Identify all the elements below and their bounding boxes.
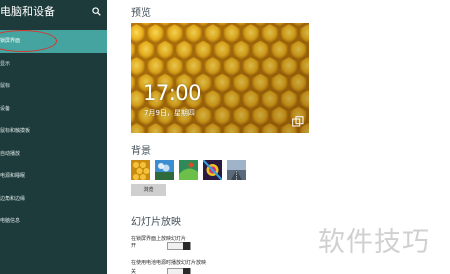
sidebar-item-power-sleep[interactable]: 电源和睡眠 <box>0 165 107 188</box>
camera-icon <box>292 116 304 127</box>
sidebar-item-autoplay[interactable]: 自动播放 <box>0 143 107 166</box>
lock-screen-time: 17:00 <box>143 81 202 105</box>
battery-slideshow-setting-label: 在使用电池电源时播放幻灯片放映 <box>131 260 207 266</box>
sidebar-item-mouse[interactable]: 鼠标 <box>0 75 107 98</box>
sidebar-item-mouse-touchpad[interactable]: 鼠标和触摸板 <box>0 120 107 143</box>
sidebar-item-lock-screen[interactable]: 锁屏界面 <box>0 30 107 53</box>
pc-settings-window: 电脑和设备 锁屏界面 显示 鼠标 设备 鼠标和触摸板 自动播放 电源和睡眠 边角… <box>0 0 450 274</box>
sidebar: 电脑和设备 锁屏界面 显示 鼠标 设备 鼠标和触摸板 自动播放 电源和睡眠 边角… <box>0 0 107 274</box>
sidebar-item-pc-info[interactable]: 电脑信息 <box>0 210 107 233</box>
sidebar-title: 电脑和设备 <box>0 5 55 18</box>
thumb-road[interactable] <box>227 160 246 180</box>
sidebar-item-corners-edges[interactable]: 边角和边缘 <box>0 188 107 211</box>
battery-slideshow-toggle[interactable] <box>167 268 191 274</box>
lock-screen-date: 7月9日，星期四 <box>144 109 195 117</box>
sidebar-nav: 锁屏界面 显示 鼠标 设备 鼠标和触摸板 自动播放 电源和睡眠 边角和边缘 电脑… <box>0 30 107 233</box>
background-heading: 背景 <box>131 146 151 157</box>
search-icon[interactable] <box>92 7 101 16</box>
slideshow-toggle-state: 开 <box>131 243 137 249</box>
toggle-knob <box>183 268 190 274</box>
thumb-green[interactable] <box>179 160 198 180</box>
thumb-colorful[interactable] <box>203 160 222 180</box>
slideshow-toggle[interactable] <box>167 242 191 250</box>
preview-heading: 预览 <box>131 8 151 19</box>
toggle-knob <box>183 242 190 250</box>
slideshow-setting-label: 在锁屏界面上放映幻灯片 <box>131 236 187 242</box>
slideshow-heading: 幻灯片放映 <box>131 217 181 228</box>
watermark: 软件技巧 <box>318 227 430 258</box>
thumb-honeycomb[interactable] <box>131 160 150 180</box>
sidebar-item-devices[interactable]: 设备 <box>0 98 107 121</box>
browse-button[interactable]: 浏览 <box>131 184 166 196</box>
battery-slideshow-toggle-state: 关 <box>131 269 137 274</box>
lock-screen-preview: 17:00 7月9日，星期四 <box>131 23 309 133</box>
sidebar-item-display[interactable]: 显示 <box>0 53 107 76</box>
thumb-sky[interactable] <box>155 160 174 180</box>
